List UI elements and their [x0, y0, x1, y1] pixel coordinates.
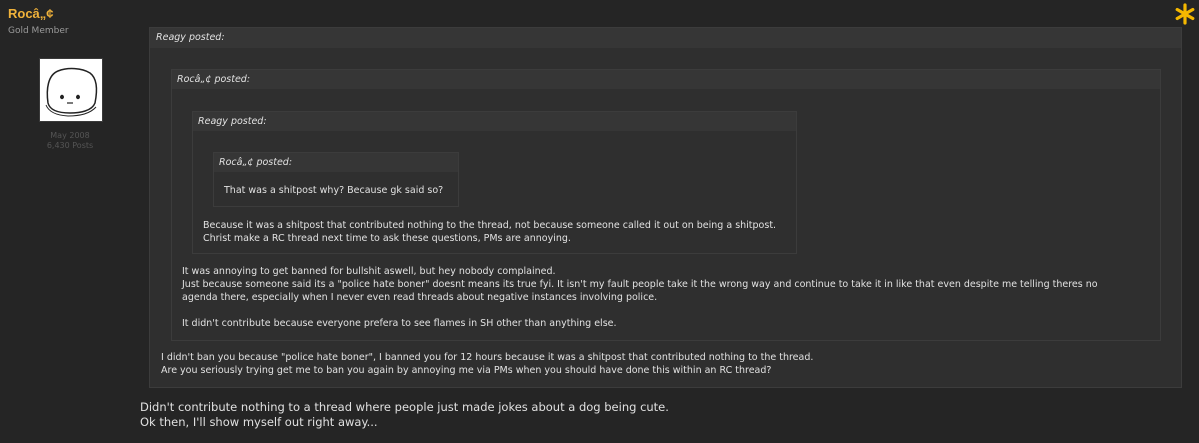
quote-level-4: Rocâ„¢ posted: That was a shitpost why? … [213, 152, 459, 207]
quote-author: Rocâ„¢ posted: [219, 157, 293, 168]
user-title: Gold Member [8, 26, 69, 36]
join-date: May 2008 [50, 131, 90, 140]
quote-header [193, 112, 796, 131]
star-icon[interactable] [1174, 3, 1196, 25]
post-line: Ok then, I'll show myself out right away… [140, 415, 378, 429]
blob-face-avatar-icon [45, 67, 98, 117]
quote-line: Are you seriously trying get me to ban y… [161, 365, 772, 376]
username-link[interactable]: Rocâ„¢ [8, 6, 54, 21]
quote-line: Just because someone said its a "police … [182, 279, 1098, 290]
quote-line: That was a shitpost why? Because gk said… [224, 185, 444, 196]
quote-line: I didn't ban you because "police hate bo… [161, 352, 814, 363]
post-count: 6,430 Posts [46, 141, 94, 150]
quote-line: Because it was a shitpost that contribut… [203, 220, 777, 231]
quote-header [150, 28, 1181, 48]
quote-author: Reagy posted: [156, 32, 225, 43]
quote-author: Reagy posted: [198, 116, 267, 127]
user-panel: Rocâ„¢ Gold Member May 2008 6,430 Posts [0, 0, 140, 443]
quote-line: It was annoying to get banned for bullsh… [182, 266, 556, 277]
quote-author: Rocâ„¢ posted: [177, 74, 251, 85]
quote-line: agenda there, especially when I never ev… [182, 292, 658, 303]
quote-header [172, 70, 1160, 89]
avatar[interactable] [39, 58, 103, 122]
post-line: Didn't contribute nothing to a thread wh… [140, 400, 669, 414]
quote-line: Christ make a RC thread next time to ask… [203, 233, 571, 244]
quote-line: It didn't contribute because everyone pr… [182, 318, 617, 329]
post-body: Didn't contribute nothing to a thread wh… [140, 400, 1190, 430]
